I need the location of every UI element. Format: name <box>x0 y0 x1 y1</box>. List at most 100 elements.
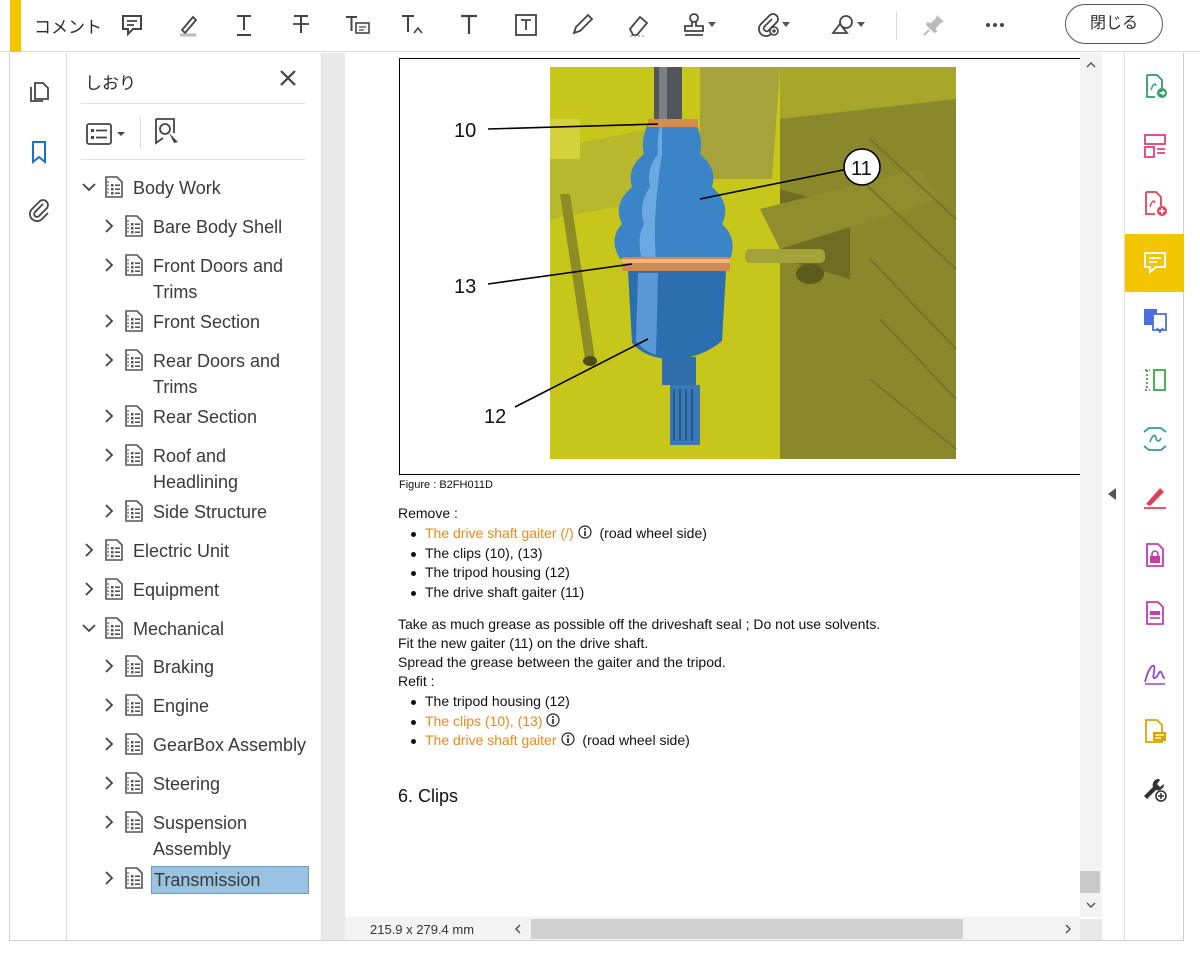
vertical-scrollbar[interactable] <box>1080 53 1102 917</box>
bookmark-item[interactable]: Body Work <box>81 175 313 201</box>
replace-text-icon[interactable] <box>339 8 375 42</box>
chevron-right-icon[interactable] <box>101 813 117 831</box>
chevron-right-icon[interactable] <box>101 657 117 675</box>
pencil-icon[interactable] <box>564 8 600 42</box>
send-for-comments-tool[interactable] <box>1125 703 1184 761</box>
bookmark-document-icon <box>123 443 145 467</box>
add-text-icon[interactable] <box>451 8 487 42</box>
bookmark-options-icon[interactable] <box>85 119 129 149</box>
scan-ocr-tool[interactable] <box>1125 410 1184 468</box>
organize-pages-icon <box>1143 133 1166 158</box>
more-icon[interactable] <box>977 8 1013 42</box>
close-button[interactable]: 閉じる <box>1065 4 1163 44</box>
chevron-down-icon[interactable] <box>81 619 97 637</box>
collapse-right-panel-icon[interactable] <box>1108 488 1116 500</box>
comment-tool[interactable] <box>1125 233 1184 292</box>
pin-icon[interactable] <box>916 8 952 42</box>
callout-12: 12 <box>484 406 506 428</box>
chevron-right-icon[interactable] <box>101 735 117 753</box>
create-pdf-tool[interactable] <box>1125 175 1184 233</box>
bookmark-item[interactable]: GearBox Assembly <box>101 732 311 758</box>
sticky-note-icon[interactable] <box>114 8 150 42</box>
redact-tool[interactable] <box>1125 585 1184 643</box>
info-icon[interactable] <box>578 525 592 539</box>
bookmark-item[interactable]: Mechanical <box>81 616 313 642</box>
bookmark-item[interactable]: Electric Unit <box>81 538 313 564</box>
protect-tool[interactable] <box>1125 527 1184 585</box>
bookmark-label: Front Doors and Trims <box>153 256 284 302</box>
scroll-right-icon[interactable] <box>1063 924 1073 934</box>
strikethrough-text-icon[interactable] <box>283 8 319 42</box>
chevron-right-icon[interactable] <box>81 580 97 598</box>
chevron-right-icon[interactable] <box>101 869 117 887</box>
info-icon[interactable] <box>546 712 561 727</box>
text-box-icon[interactable] <box>508 8 544 42</box>
more-tools-tool[interactable] <box>1125 761 1184 819</box>
underline-text-icon[interactable] <box>226 8 262 42</box>
bookmark-label: Mechanical <box>133 619 225 639</box>
drive-shaft-photo: 10 11 13 12 <box>454 67 957 459</box>
chevron-right-icon[interactable] <box>101 407 117 425</box>
highlight-pen-icon[interactable] <box>170 8 206 42</box>
bookmark-item[interactable]: Equipment <box>81 577 313 603</box>
attach-file-icon[interactable] <box>750 8 790 42</box>
combine-files-tool[interactable] <box>1125 292 1184 350</box>
bookmark-item[interactable]: Front Doors and Trims <box>101 253 311 305</box>
bookmark-item[interactable]: Transmission <box>101 866 309 894</box>
panel-toolbar-separator <box>140 117 141 149</box>
procedure-link[interactable]: The clips (10), (13) <box>425 713 542 729</box>
chevron-right-icon[interactable] <box>101 446 117 464</box>
scroll-up-icon[interactable] <box>1085 59 1097 71</box>
chevron-right-icon[interactable] <box>101 696 117 714</box>
procedure-link[interactable]: The drive shaft gaiter (/) <box>425 525 574 541</box>
chevron-right-icon[interactable] <box>101 217 117 235</box>
scroll-thumb[interactable] <box>1080 871 1100 893</box>
bullet <box>411 532 416 537</box>
close-icon[interactable] <box>275 65 301 91</box>
stamp-icon[interactable] <box>676 8 716 42</box>
insert-text-icon[interactable] <box>395 8 431 42</box>
bookmark-item[interactable]: Bare Body Shell <box>101 214 311 240</box>
bookmarks-icon[interactable] <box>24 137 54 167</box>
edit-pdf-tool[interactable] <box>1125 351 1184 409</box>
bookmark-label: Suspension Assembly <box>153 813 248 859</box>
bookmark-item[interactable]: Steering <box>101 771 311 797</box>
organize-pages-tool[interactable] <box>1125 117 1184 175</box>
chevron-right-icon[interactable] <box>101 774 117 792</box>
bookmark-item[interactable]: Suspension Assembly <box>101 810 311 862</box>
bookmark-item[interactable]: Rear Doors and Trims <box>101 348 311 400</box>
chevron-right-icon[interactable] <box>101 351 117 369</box>
request-signature-tool[interactable] <box>1125 644 1184 702</box>
fill-sign-tool[interactable] <box>1125 468 1184 526</box>
list-item-text: The clips (10), (13) <box>425 544 543 561</box>
chevron-down-icon[interactable] <box>81 178 97 196</box>
bookmark-document-icon <box>123 214 145 238</box>
find-bookmark-icon[interactable] <box>151 116 181 148</box>
bookmark-item[interactable]: Side Structure <box>101 499 311 525</box>
horizontal-scroll-thumb[interactable] <box>531 919 963 939</box>
bookmark-item[interactable]: Rear Section <box>101 404 311 430</box>
bookmark-item[interactable]: Front Section <box>101 309 311 335</box>
chevron-right-icon[interactable] <box>101 312 117 330</box>
bullet <box>411 571 416 576</box>
bookmarks-panel: しおり Body Work Bare Body Shell Front Doors … <box>67 53 322 941</box>
chevron-right-icon[interactable] <box>81 541 97 559</box>
scroll-left-icon[interactable] <box>513 924 523 934</box>
page-thumbnails-icon[interactable] <box>24 77 54 107</box>
bookmark-label: Front Section <box>153 312 261 332</box>
list-item: The tripod housing (12) <box>411 692 690 712</box>
bookmark-item[interactable]: Roof and Headlining <box>101 443 311 495</box>
info-icon[interactable] <box>560 732 575 746</box>
procedure-link[interactable]: The drive shaft gaiter <box>425 732 557 748</box>
shapes-icon[interactable] <box>825 8 865 42</box>
attachments-icon[interactable] <box>24 195 54 225</box>
request-signature-icon <box>1143 664 1165 685</box>
eraser-icon[interactable] <box>620 8 656 42</box>
export-pdf-tool[interactable] <box>1125 58 1184 116</box>
chevron-right-icon[interactable] <box>101 502 117 520</box>
bookmark-item[interactable]: Engine <box>101 693 311 719</box>
list-item-text: The tripod housing (12) <box>425 564 570 580</box>
chevron-right-icon[interactable] <box>101 256 117 274</box>
scroll-down-icon[interactable] <box>1085 899 1097 911</box>
bookmark-item[interactable]: Braking <box>101 654 311 680</box>
